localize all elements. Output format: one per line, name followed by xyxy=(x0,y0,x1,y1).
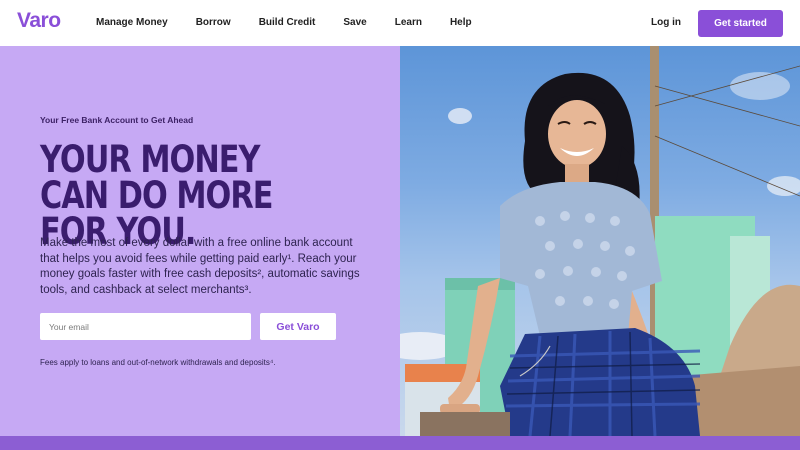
hero-photo-woman-laughing xyxy=(400,46,800,436)
email-input[interactable] xyxy=(40,313,251,340)
hero-description: Make the most of every dollar with a fre… xyxy=(40,237,360,296)
top-navbar: Varo Manage Money Borrow Build Credit Sa… xyxy=(0,0,800,46)
nav-link-build-credit[interactable]: Build Credit xyxy=(259,17,316,28)
nav-link-help[interactable]: Help xyxy=(450,17,472,28)
nav-link-save[interactable]: Save xyxy=(343,17,366,28)
nav-link-manage-money[interactable]: Manage Money xyxy=(96,17,168,28)
hero-illustration xyxy=(400,46,800,436)
hero-panel: Your Free Bank Account to Get Ahead YOUR… xyxy=(0,46,400,436)
nav-link-learn[interactable]: Learn xyxy=(395,17,422,28)
fees-disclaimer: Fees apply to loans and out-of-network w… xyxy=(40,358,276,367)
main-nav: Manage Money Borrow Build Credit Save Le… xyxy=(96,17,500,28)
hero-kicker: Your Free Bank Account to Get Ahead xyxy=(40,115,194,125)
hero-headline: YOUR MONEY CAN DO MORE FOR YOU. xyxy=(40,138,273,253)
bottom-banner-strip xyxy=(0,436,800,450)
get-started-button[interactable]: Get started xyxy=(698,10,783,37)
varo-logo[interactable]: Varo xyxy=(17,9,61,33)
get-varo-button[interactable]: Get Varo xyxy=(260,313,336,340)
login-link[interactable]: Log in xyxy=(651,17,681,28)
nav-link-borrow[interactable]: Borrow xyxy=(196,17,231,28)
